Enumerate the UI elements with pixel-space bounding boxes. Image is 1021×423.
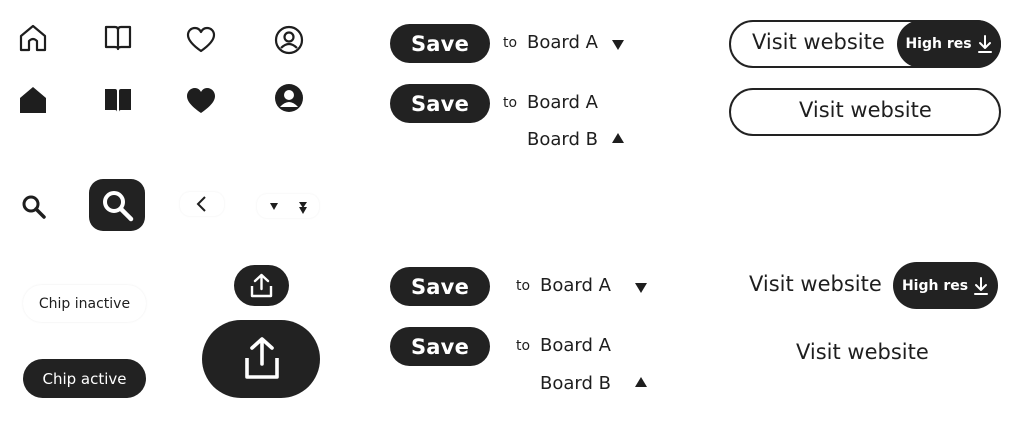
visit-website-link[interactable]: Visit website [752,30,885,54]
high-res-download-button[interactable]: High res [897,20,1001,68]
visit-website-link[interactable]: Visit website [749,272,882,296]
to-label: to [503,95,518,111]
save-button-label: Save [410,31,470,56]
chip-active[interactable]: Chip active [23,359,146,398]
board-select-value[interactable]: Board A [527,32,598,53]
search-icon[interactable] [21,194,47,220]
heart-icon[interactable] [186,26,216,54]
home-filled-icon[interactable] [17,85,49,115]
home-icon[interactable] [17,23,49,53]
save-button[interactable]: Save [390,327,490,366]
visit-website-label[interactable]: Visit website [796,340,929,364]
share-button[interactable] [234,265,289,306]
share-upload-icon [248,272,275,299]
board-option[interactable]: Board B [540,373,611,394]
book-icon[interactable] [103,24,133,52]
caret-down-icon[interactable] [270,203,278,210]
to-label: to [503,35,518,51]
user-circle-icon[interactable] [274,25,304,55]
search-large-icon [101,189,135,223]
heart-filled-icon[interactable] [186,87,216,115]
dropdown-caret-down-icon[interactable] [612,40,624,50]
caret-down-double-icon[interactable] [298,201,308,215]
board-select-value[interactable]: Board A [540,275,611,296]
chevron-left-icon[interactable] [194,195,208,213]
download-icon [973,276,989,296]
chip-inactive[interactable]: Chip inactive [23,285,146,322]
caret-frame [257,194,319,218]
high-res-label: High res [901,277,969,294]
visit-website-label: Visit website [799,98,932,122]
to-label: to [516,278,531,294]
share-upload-large-icon [244,336,280,380]
save-button-label: Save [410,334,470,359]
dropdown-caret-up-icon[interactable] [635,377,647,387]
save-button-label: Save [410,274,470,299]
save-button-label: Save [410,91,470,116]
download-icon [977,34,993,54]
chip-inactive-label: Chip inactive [38,295,131,312]
share-button-large[interactable] [202,320,320,398]
save-button[interactable]: Save [390,267,490,306]
save-button[interactable]: Save [390,24,490,63]
user-circle-filled-icon[interactable] [274,83,304,113]
dropdown-caret-up-icon[interactable] [612,133,624,143]
dropdown-caret-down-icon[interactable] [635,283,647,293]
board-option[interactable]: Board B [527,129,598,150]
high-res-download-button[interactable]: High res [893,262,998,309]
board-select-value[interactable]: Board A [540,335,611,356]
chip-active-label: Chip active [42,369,127,388]
book-filled-icon[interactable] [103,86,133,114]
save-button[interactable]: Save [390,84,490,123]
to-label: to [516,338,531,354]
high-res-label: High res [905,36,972,52]
board-select-value[interactable]: Board A [527,92,598,113]
search-button[interactable] [89,179,145,231]
